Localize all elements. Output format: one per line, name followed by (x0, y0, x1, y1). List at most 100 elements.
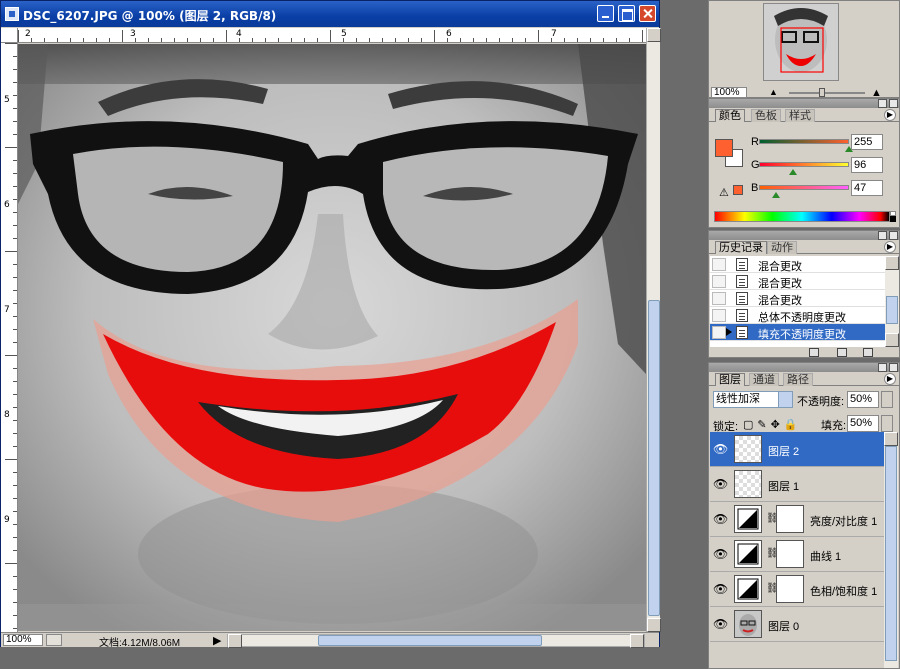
layer-row[interactable]: 👁 图层 0 (710, 607, 884, 642)
channel-value-input[interactable]: 96 (851, 157, 883, 173)
channel-slider-knob[interactable] (788, 169, 797, 175)
scroll-up-button[interactable] (647, 28, 661, 42)
scroll-right-button[interactable] (630, 634, 644, 648)
panel-menu-icon[interactable]: ▶ (884, 373, 896, 385)
layer-row[interactable]: 👁 ⛓ 亮度/对比度 1 (710, 502, 884, 537)
eye-icon[interactable]: 👁 (713, 477, 728, 491)
panel-close-button[interactable] (889, 99, 898, 108)
adjustment-icon[interactable] (734, 540, 762, 568)
navigator-thumbnail[interactable] (763, 3, 839, 81)
opacity-input[interactable]: 50% (847, 391, 879, 408)
image-canvas[interactable] (18, 44, 646, 631)
tab-channels[interactable]: 通道 (749, 373, 779, 386)
panel-menu-icon[interactable]: ▶ (884, 241, 896, 253)
history-source-checkbox[interactable] (712, 258, 726, 271)
tab-paths[interactable]: 路径 (783, 373, 813, 386)
fill-slider-button[interactable] (881, 415, 893, 432)
scroll-down-button[interactable] (647, 618, 661, 632)
history-panel-titlebar[interactable] (709, 231, 899, 240)
layer-row[interactable]: 👁 ⛓ 曲线 1 (710, 537, 884, 572)
horizontal-scroll-thumb[interactable] (318, 635, 542, 646)
fill-input[interactable]: 50% (847, 415, 879, 432)
new-document-from-state-icon[interactable] (809, 348, 819, 357)
adjustment-icon[interactable] (734, 505, 762, 533)
tab-actions[interactable]: 动作 (767, 241, 797, 254)
horizontal-ruler[interactable]: 234567 (18, 28, 646, 43)
maximize-button[interactable] (618, 5, 635, 22)
color-panel-titlebar[interactable] (709, 99, 899, 108)
layer-thumbnail[interactable] (734, 610, 762, 638)
channel-slider[interactable] (759, 162, 849, 167)
layer-row[interactable]: 👁 ⛓ 色相/饱和度 1 (710, 572, 884, 607)
tab-color[interactable]: 颜色 (715, 109, 745, 122)
channel-value-input[interactable]: 47 (851, 180, 883, 196)
panel-close-button[interactable] (889, 363, 898, 372)
close-button[interactable] (639, 5, 656, 22)
document-title-bar[interactable]: DSC_6207.JPG @ 100% (图层 2, RGB/8) (1, 1, 659, 27)
layer-mask-thumbnail[interactable] (776, 505, 804, 533)
scroll-up-button[interactable] (884, 432, 898, 446)
horizontal-scrollbar[interactable] (227, 634, 645, 648)
trash-icon[interactable] (863, 348, 873, 357)
navigator-zoom-slider[interactable] (789, 92, 865, 94)
layer-thumbnail[interactable] (734, 470, 762, 498)
scroll-down-button[interactable] (885, 333, 899, 347)
channel-value-input[interactable]: 255 (851, 134, 883, 150)
history-item[interactable]: 总体不透明度更改 (710, 307, 885, 324)
panel-minimize-button[interactable] (878, 231, 887, 240)
eye-icon[interactable]: 👁 (713, 617, 728, 631)
zoom-field[interactable]: 100% (3, 634, 43, 646)
panel-minimize-button[interactable] (878, 99, 887, 108)
navigator-slider-knob[interactable] (819, 88, 825, 97)
ruler-origin[interactable] (1, 28, 18, 43)
eye-icon[interactable]: 👁 (713, 512, 728, 526)
blend-mode-select[interactable]: 线性加深 (713, 391, 793, 408)
status-menu-icon[interactable] (46, 634, 62, 646)
layers-scroll-thumb[interactable] (885, 446, 897, 661)
chevron-down-icon[interactable] (778, 392, 792, 407)
color-spectrum-ramp[interactable] (714, 211, 890, 222)
scroll-left-button[interactable] (228, 634, 242, 648)
eye-icon[interactable]: 👁 (713, 547, 728, 561)
foreground-color-swatch[interactable] (715, 139, 733, 157)
history-scrollbar[interactable] (885, 256, 899, 347)
vertical-scroll-thumb[interactable] (648, 300, 660, 616)
history-item[interactable]: 混合更改 (710, 273, 885, 290)
tab-layers[interactable]: 图层 (715, 373, 745, 386)
eye-icon[interactable]: 👁 (713, 582, 728, 596)
black-swatch[interactable] (890, 216, 896, 222)
layer-row[interactable]: 👁 图层 2 (710, 432, 884, 467)
layers-scrollbar[interactable] (884, 432, 898, 668)
gamut-warning-icon[interactable]: ⚠ (719, 186, 729, 199)
vertical-ruler[interactable]: 5 6 7 8 9 (1, 43, 18, 632)
snapshot-camera-icon[interactable] (837, 348, 847, 357)
layer-mask-thumbnail[interactable] (776, 575, 804, 603)
gamut-color-swatch[interactable] (733, 185, 743, 195)
layer-thumbnail[interactable] (734, 435, 762, 463)
history-item[interactable]: 填充不透明度更改 (710, 324, 885, 341)
history-source-checkbox[interactable] (712, 275, 726, 288)
channel-slider[interactable] (759, 185, 849, 190)
panel-menu-icon[interactable]: ▶ (884, 109, 896, 121)
tab-history[interactable]: 历史记录 (715, 241, 767, 254)
zoom-out-icon[interactable]: ▲ (769, 87, 778, 97)
eye-icon[interactable]: 👁 (713, 442, 728, 456)
scroll-up-button[interactable] (885, 256, 899, 270)
tab-swatches[interactable]: 色板 (751, 109, 781, 122)
history-scroll-thumb[interactable] (886, 296, 898, 324)
history-item[interactable]: 混合更改 (710, 290, 885, 307)
tab-styles[interactable]: 样式 (785, 109, 815, 122)
panel-minimize-button[interactable] (878, 363, 887, 372)
vertical-scrollbar[interactable] (646, 28, 661, 632)
layer-mask-thumbnail[interactable] (776, 540, 804, 568)
panel-close-button[interactable] (889, 231, 898, 240)
foreground-background-swatch[interactable] (715, 139, 747, 171)
lock-icons[interactable]: ▢✎✥🔒 (743, 418, 802, 431)
history-source-checkbox[interactable] (712, 309, 726, 322)
status-arrow-icon[interactable]: ▶ (213, 634, 223, 647)
minimize-button[interactable] (597, 5, 614, 22)
opacity-slider-button[interactable] (881, 391, 893, 408)
navigator-zoom-field[interactable]: 100% (711, 87, 747, 98)
history-source-checkbox[interactable] (712, 292, 726, 305)
history-item[interactable]: 混合更改 (710, 256, 885, 273)
